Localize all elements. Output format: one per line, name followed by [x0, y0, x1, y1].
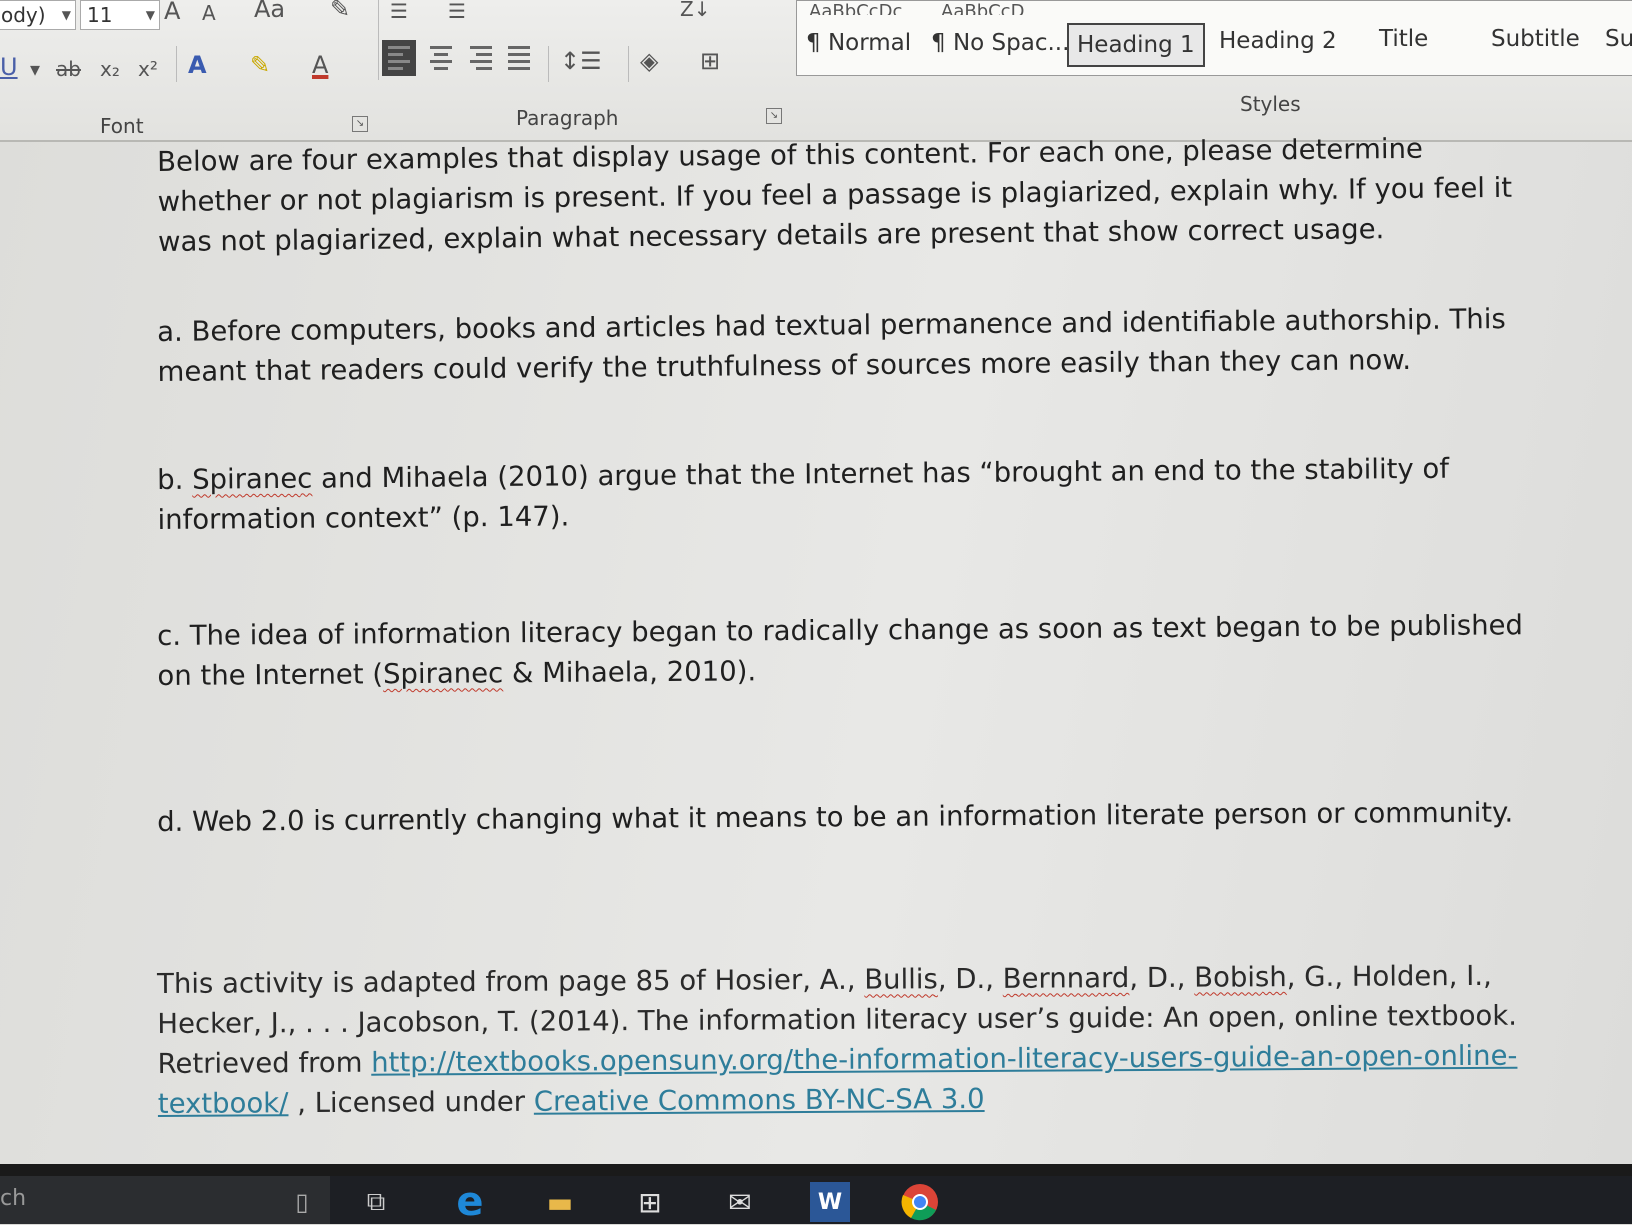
- style-no-spacing[interactable]: ¶ No Spac...: [923, 23, 1077, 63]
- clear-formatting-icon[interactable]: ✎: [330, 0, 350, 24]
- spelling-error[interactable]: Spiranec: [383, 657, 503, 690]
- example-b-prefix: b.: [157, 463, 193, 496]
- citation-text: This activity is adapted from page 85 of…: [157, 963, 865, 1000]
- example-c-prefix: c. The idea of information literacy bega…: [157, 609, 1524, 692]
- font-name-box[interactable]: ody) ▼: [0, 0, 76, 30]
- search-box-text[interactable]: ch: [0, 1186, 26, 1211]
- example-c: c. The idea of information literacy bega…: [157, 605, 1538, 696]
- font-name-value: ody): [1, 3, 46, 27]
- ribbon: ody) ▼ 11 ▼ A A Aa ✎ ☰ ☰ Z↓ U ▾ ab x₂ x²…: [0, 0, 1632, 142]
- edge-icon[interactable]: e: [450, 1179, 490, 1225]
- store-icon[interactable]: ⊞: [630, 1182, 670, 1222]
- borders-icon[interactable]: ⊞: [700, 46, 720, 76]
- divider: [628, 46, 629, 82]
- style-title[interactable]: Title: [1371, 19, 1436, 59]
- example-a: a. Before computers, books and articles …: [157, 303, 1506, 388]
- align-left-button[interactable]: [382, 40, 416, 76]
- style-subtle[interactable]: Sul: [1597, 19, 1632, 59]
- chevron-down-icon[interactable]: ▼: [146, 1, 155, 29]
- intro-paragraph: Below are four examples that display usa…: [157, 132, 1513, 258]
- bullets-icon[interactable]: ☰: [390, 0, 408, 26]
- font-color-button[interactable]: A: [312, 50, 328, 80]
- citation-text: , D.,: [937, 962, 1003, 996]
- citation-text: , D.,: [1129, 961, 1195, 995]
- style-heading-1[interactable]: Heading 1: [1067, 23, 1205, 67]
- chevron-down-icon[interactable]: ▾: [30, 54, 40, 84]
- example-d: d. Web 2.0 is currently changing what it…: [157, 796, 1514, 838]
- style-subtitle[interactable]: Subtitle: [1483, 19, 1588, 59]
- grow-font-button[interactable]: A: [164, 0, 180, 26]
- superscript-button[interactable]: x²: [138, 54, 158, 84]
- style-preview-normal: AaBbCcDc: [809, 1, 903, 15]
- taskbar-search-area[interactable]: ch ▯: [0, 1176, 330, 1224]
- change-case-button[interactable]: Aa: [254, 0, 285, 24]
- spelling-error[interactable]: Bobish: [1194, 961, 1287, 994]
- example-b-text: and Mihaela (2010) argue that the Intern…: [157, 452, 1450, 536]
- citation-text: , Licensed under: [288, 1085, 534, 1120]
- source-citation: This activity is adapted from page 85 of…: [157, 956, 1538, 1124]
- shrink-font-button[interactable]: A: [202, 0, 216, 28]
- spelling-error[interactable]: Bullis: [864, 963, 938, 995]
- style-normal[interactable]: ¶ Normal: [798, 23, 919, 63]
- phone-icon[interactable]: ▯: [282, 1182, 322, 1222]
- styles-group-label: Styles: [1240, 92, 1301, 116]
- task-view-icon[interactable]: ⧉: [356, 1182, 396, 1222]
- underline-button[interactable]: U: [0, 52, 18, 82]
- divider: [378, 0, 379, 80]
- styles-gallery[interactable]: AaBbCcDc AaBbCcD ¶ Normal ¶ No Spac... H…: [796, 0, 1632, 76]
- highlight-icon[interactable]: ✎: [250, 50, 270, 80]
- spelling-error[interactable]: Spiranec: [192, 463, 312, 496]
- font-dialog-launcher-icon[interactable]: ↘: [352, 116, 368, 132]
- chrome-logo: [901, 1184, 938, 1221]
- justify-button[interactable]: [502, 40, 536, 76]
- align-right-button[interactable]: [464, 40, 498, 76]
- example-b: b. Spiranec and Mihaela (2010) argue tha…: [157, 448, 1538, 540]
- license-link[interactable]: Creative Commons BY-NC-SA 3.0: [534, 1083, 985, 1118]
- spelling-error[interactable]: Bernnard: [1003, 962, 1130, 995]
- shading-icon[interactable]: ◈: [640, 46, 658, 76]
- taskbar: ch ▯ ⧉ e ▬ ⊞ ✉ W: [0, 1176, 1632, 1225]
- example-c-text: & Mihaela, 2010).: [503, 655, 757, 690]
- paragraph-dialog-launcher-icon[interactable]: ↘: [766, 108, 782, 124]
- font-group-label: Font: [100, 114, 144, 138]
- document-page[interactable]: Below are four examples that display usa…: [0, 133, 1632, 1176]
- font-size-box[interactable]: 11 ▼: [80, 0, 160, 30]
- line-spacing-icon[interactable]: ↕☰: [560, 46, 602, 76]
- subscript-button[interactable]: x₂: [100, 54, 120, 84]
- style-heading-2[interactable]: Heading 2: [1211, 21, 1345, 61]
- paragraph-group-label: Paragraph: [516, 106, 619, 130]
- numbering-icon[interactable]: ☰: [448, 0, 466, 26]
- file-explorer-icon[interactable]: ▬: [540, 1182, 580, 1222]
- strikethrough-button[interactable]: ab: [56, 54, 81, 84]
- align-center-button[interactable]: [424, 40, 458, 76]
- window-bottom-edge: [0, 1164, 1632, 1176]
- chevron-down-icon[interactable]: ▼: [62, 1, 71, 29]
- word-icon[interactable]: W: [810, 1182, 850, 1222]
- font-size-value: 11: [87, 3, 113, 27]
- style-preview-nospacing: AaBbCcD: [941, 1, 1025, 15]
- text-effects-button[interactable]: A: [188, 50, 207, 80]
- divider: [548, 46, 549, 82]
- divider: [176, 46, 177, 82]
- mail-icon[interactable]: ✉: [720, 1182, 760, 1222]
- chrome-icon[interactable]: [900, 1182, 940, 1222]
- sort-icon[interactable]: Z↓: [680, 0, 710, 24]
